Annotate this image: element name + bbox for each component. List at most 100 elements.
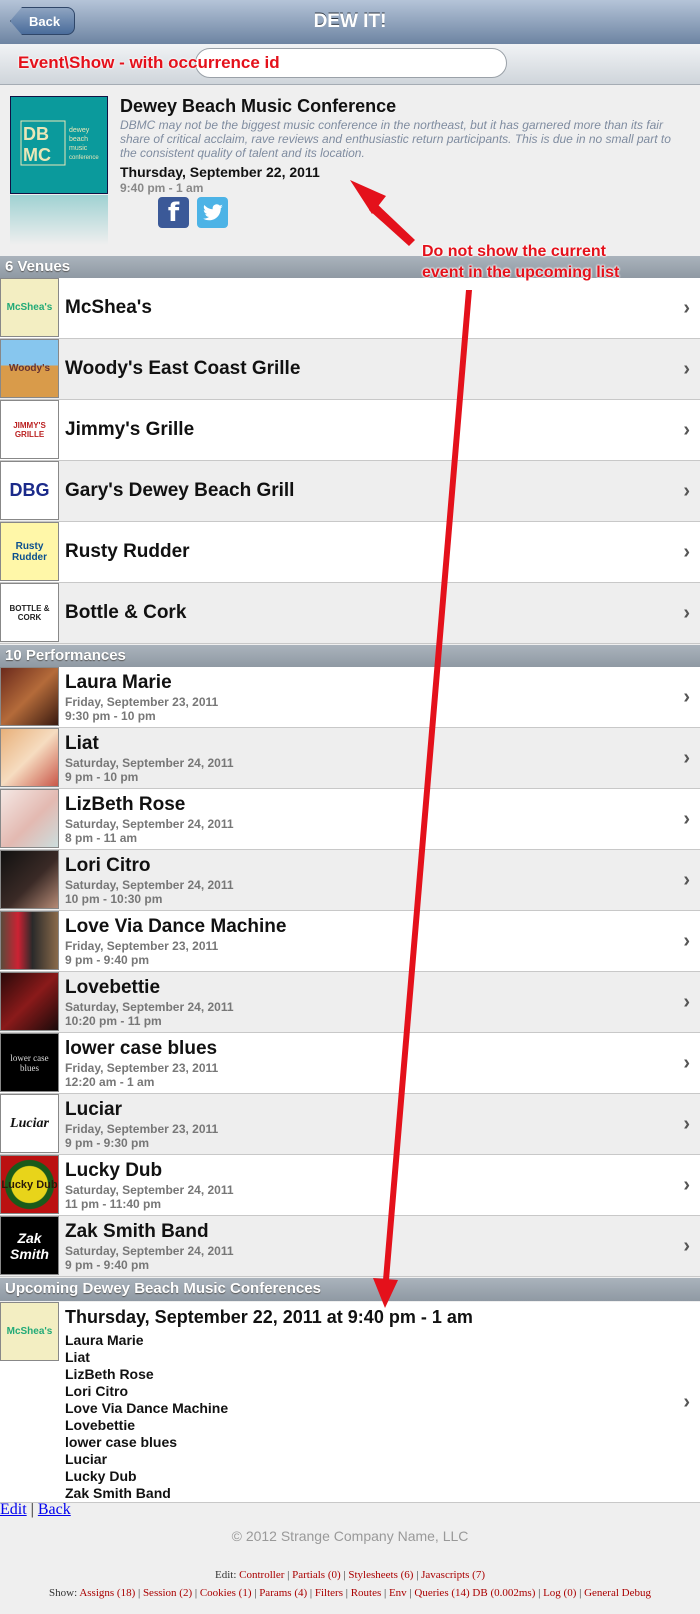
- annotation-note: Do not show the current event in the upc…: [422, 241, 619, 283]
- debug-link[interactable]: Stylesheets (6): [348, 1569, 413, 1581]
- performance-row[interactable]: Lovebettie Saturday, September 24, 2011 …: [0, 972, 700, 1033]
- performance-time: 9 pm - 10 pm: [65, 770, 139, 784]
- chevron-right-icon: ›: [683, 480, 690, 502]
- list-item: Zak Smith Band: [65, 1485, 171, 1501]
- upcoming-section-header: Upcoming Dewey Beach Music Conferences: [0, 1278, 700, 1301]
- performer-photo: [0, 972, 59, 1031]
- chevron-right-icon: ›: [683, 602, 690, 624]
- debug-link[interactable]: Params (4): [259, 1587, 307, 1599]
- link-separator: |: [26, 1501, 38, 1518]
- upcoming-heading: Thursday, September 22, 2011 at 9:40 pm …: [65, 1307, 473, 1327]
- list-item: Love Via Dance Machine: [65, 1400, 229, 1416]
- performer-photo: Lucky Dub: [0, 1155, 59, 1214]
- list-item: Lucky Dub: [65, 1468, 137, 1484]
- list-item: Liat: [65, 1349, 90, 1365]
- list-item: Lovebettie: [65, 1417, 136, 1433]
- navigation-bar: Back DEW IT!: [0, 0, 700, 45]
- performer-name: Laura Marie: [65, 672, 172, 693]
- venue-row-rusty-rudder[interactable]: Rusty Rudder Rusty Rudder ›: [0, 522, 700, 583]
- venue-row-mcsheas[interactable]: McShea's McShea's ›: [0, 278, 700, 339]
- edit-link[interactable]: Edit: [0, 1501, 27, 1518]
- performer-name: LizBeth Rose: [65, 794, 186, 815]
- debug-link[interactable]: Partials (0): [292, 1569, 341, 1581]
- chevron-right-icon: ›: [683, 1052, 690, 1074]
- venue-thumb: Rusty Rudder: [0, 522, 59, 581]
- performance-row[interactable]: Lucky Dub Lucky Dub Saturday, September …: [0, 1155, 700, 1216]
- debug-link[interactable]: Filters: [315, 1587, 343, 1599]
- upcoming-event-row[interactable]: McShea's Thursday, September 22, 2011 at…: [0, 1302, 700, 1503]
- debug-link[interactable]: Session (2): [143, 1587, 192, 1599]
- event-date: Thursday, September 22, 2011: [120, 164, 320, 180]
- performer-photo: Luciar: [0, 1094, 59, 1153]
- performance-row[interactable]: lower case blues lower case blues Friday…: [0, 1033, 700, 1094]
- chevron-right-icon: ›: [683, 747, 690, 769]
- debug-link[interactable]: Env: [389, 1587, 407, 1599]
- performance-row[interactable]: Laura Marie Friday, September 23, 2011 9…: [0, 667, 700, 728]
- svg-text:conference: conference: [69, 155, 99, 161]
- chevron-right-icon: ›: [683, 930, 690, 952]
- debug-link[interactable]: General Debug: [584, 1587, 651, 1599]
- page-title: DEW IT!: [313, 11, 387, 32]
- performance-time: 8 pm - 11 am: [65, 831, 138, 845]
- chevron-right-icon: ›: [683, 1391, 690, 1413]
- performance-row[interactable]: Liat Saturday, September 24, 2011 9 pm -…: [0, 728, 700, 789]
- performer-name: Lovebettie: [65, 977, 161, 998]
- venue-row-garys[interactable]: DBG Gary's Dewey Beach Grill ›: [0, 461, 700, 522]
- performer-photo: [0, 789, 59, 848]
- performance-row[interactable]: LizBeth Rose Saturday, September 24, 201…: [0, 789, 700, 850]
- debug-link[interactable]: Assigns (18): [79, 1587, 135, 1599]
- chevron-right-icon: ›: [683, 541, 690, 563]
- facebook-icon[interactable]: f: [158, 197, 189, 228]
- performer-name: Lori Citro: [65, 855, 151, 876]
- performance-time: 12:20 am - 1 am: [65, 1075, 155, 1089]
- performance-time: 10 pm - 10:30 pm: [65, 892, 163, 906]
- performances-section-header: 10 Performances: [0, 645, 700, 667]
- performance-row[interactable]: Luciar Luciar Friday, September 23, 2011…: [0, 1094, 700, 1155]
- performance-date: Saturday, September 24, 2011: [65, 1183, 234, 1197]
- venue-name: Bottle & Cork: [65, 602, 187, 623]
- copyright: © 2012 Strange Company Name, LLC: [231, 1528, 469, 1544]
- debug-link[interactable]: Routes: [351, 1587, 382, 1599]
- performance-time: 9 pm - 9:40 pm: [65, 953, 150, 967]
- performance-row[interactable]: Love Via Dance Machine Friday, September…: [0, 911, 700, 972]
- performance-date: Saturday, September 24, 2011: [65, 817, 234, 831]
- performance-date: Saturday, September 24, 2011: [65, 1000, 234, 1014]
- twitter-icon[interactable]: [197, 197, 228, 228]
- upcoming-performer-list: Laura Marie Liat LizBeth Rose Lori Citro…: [65, 1332, 228, 1502]
- venue-row-woodys[interactable]: Woody's Woody's East Coast Grille ›: [0, 339, 700, 400]
- performance-row[interactable]: Zak Smith Zak Smith Band Saturday, Septe…: [0, 1216, 700, 1277]
- list-item: Luciar: [65, 1451, 108, 1467]
- debug-link[interactable]: Log (0): [543, 1587, 576, 1599]
- performance-row[interactable]: Lori Citro Saturday, September 24, 2011 …: [0, 850, 700, 911]
- performer-name: Zak Smith Band: [65, 1221, 209, 1242]
- back-link[interactable]: Back: [38, 1501, 71, 1518]
- performer-photo: [0, 850, 59, 909]
- performer-name: Luciar: [65, 1099, 123, 1120]
- debug-link[interactable]: Javascripts (7): [421, 1569, 485, 1581]
- list-item: LizBeth Rose: [65, 1366, 154, 1382]
- performance-date: Saturday, September 24, 2011: [65, 756, 234, 770]
- footer-links: Edit | Back: [0, 1501, 71, 1519]
- event-title: Dewey Beach Music Conference: [120, 96, 397, 116]
- venue-row-jimmys[interactable]: JIMMY'S GRILLE Jimmy's Grille ›: [0, 400, 700, 461]
- debug-link[interactable]: Controller: [239, 1569, 284, 1581]
- chevron-right-icon: ›: [683, 297, 690, 319]
- logo-text-bottom: MC: [23, 145, 51, 165]
- chevron-right-icon: ›: [683, 808, 690, 830]
- venue-thumb: McShea's: [0, 1302, 59, 1361]
- venue-name: Rusty Rudder: [65, 541, 190, 562]
- annotation-line: Do not show the current: [422, 243, 606, 260]
- event-description: DBMC may not be the biggest music confer…: [120, 118, 671, 160]
- performance-time: 9 pm - 9:40 pm: [65, 1258, 150, 1272]
- debug-link[interactable]: Cookies (1): [200, 1587, 252, 1599]
- performance-time: 9:30 pm - 10 pm: [65, 709, 156, 723]
- chevron-right-icon: ›: [683, 419, 690, 441]
- performer-name: Liat: [65, 733, 99, 754]
- performer-photo: lower case blues: [0, 1033, 59, 1092]
- twitter-bird-icon: [202, 203, 223, 220]
- performance-time: 11 pm - 11:40 pm: [65, 1197, 162, 1211]
- debug-link[interactable]: Queries (14) DB (0.002ms): [414, 1587, 535, 1599]
- performer-photo: Zak Smith: [0, 1216, 59, 1275]
- venue-row-bottle-cork[interactable]: BOTTLE & CORK Bottle & Cork ›: [0, 583, 700, 644]
- chevron-right-icon: ›: [683, 1235, 690, 1257]
